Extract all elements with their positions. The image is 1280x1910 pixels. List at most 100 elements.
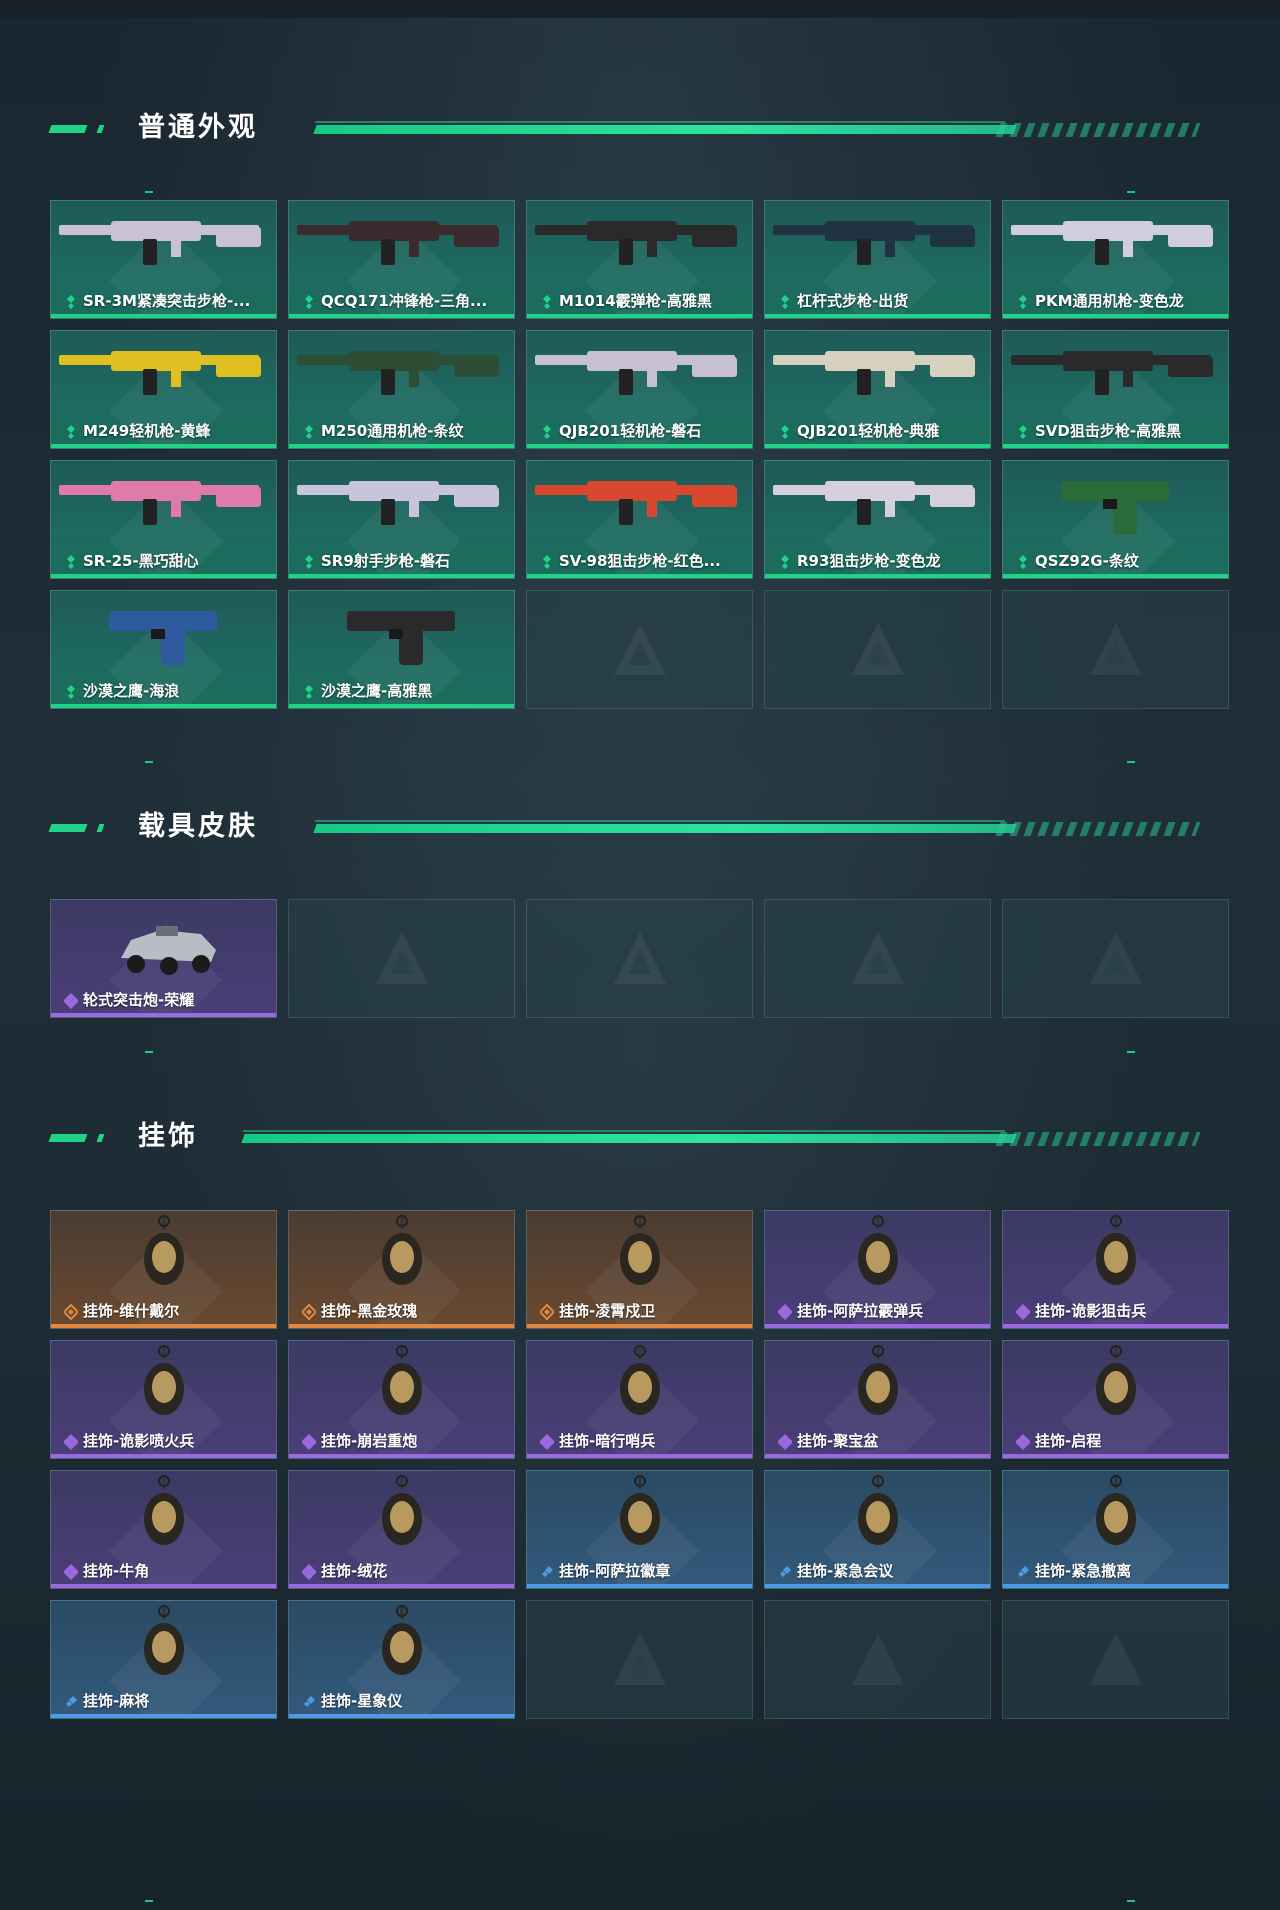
item-label: 挂饰-紧急撤离 [1035, 1562, 1132, 1580]
rarity-diamond-icon [66, 1696, 77, 1707]
heading-line [313, 824, 1017, 833]
placeholder-logo-icon [1090, 932, 1142, 984]
item-card[interactable]: 挂饰-紧急会议 [764, 1470, 991, 1589]
item-label: 挂饰-牛角 [83, 1562, 150, 1580]
charm-icon [620, 1475, 660, 1545]
item-card[interactable]: 沙漠之鹰-高雅黑 [288, 590, 515, 709]
empty-slot [526, 590, 753, 709]
item-card[interactable]: 挂饰-阿萨拉徽章 [526, 1470, 753, 1589]
item-card[interactable]: R93狙击步枪-变色龙 [764, 460, 991, 579]
item-card[interactable]: SR-3M紧凑突击步枪-... [50, 200, 277, 319]
item-card[interactable]: 挂饰-诡影狙击兵 [1002, 1210, 1229, 1329]
rarity-ribbon [289, 1454, 514, 1458]
item-card[interactable]: 轮式突击炮-荣耀 [50, 899, 277, 1018]
item-card[interactable]: QJB201轻机枪-典雅 [764, 330, 991, 449]
item-card[interactable]: 挂饰-绒花 [288, 1470, 515, 1589]
item-label: R93狙击步枪-变色龙 [797, 552, 941, 570]
item-card[interactable]: PKM通用机枪-变色龙 [1002, 200, 1229, 319]
heading-checker-pattern [995, 1132, 1201, 1146]
rarity-ribbon [765, 444, 990, 448]
charm-icon [144, 1475, 184, 1545]
placeholder-logo-icon [1090, 1633, 1142, 1685]
rarity-diamond-icon [543, 425, 551, 439]
item-card[interactable]: 挂饰-紧急撤离 [1002, 1470, 1229, 1589]
item-card[interactable]: SV-98狙击步枪-红色... [526, 460, 753, 579]
lmg-icon [535, 351, 737, 395]
rarity-diamond-icon [305, 685, 313, 699]
rarity-diamond-icon [1016, 1434, 1030, 1450]
item-label: 挂饰-崩岩重炮 [321, 1432, 418, 1450]
item-label: M250通用机枪-条纹 [321, 422, 464, 440]
rarity-diamond-icon [540, 1434, 554, 1450]
placeholder-logo-icon [1090, 623, 1142, 675]
rifle-icon [297, 481, 499, 525]
rarity-ribbon [51, 1324, 276, 1328]
item-label: M249轻机枪-黄蜂 [83, 422, 211, 440]
rarity-ribbon [289, 444, 514, 448]
item-card[interactable]: SR-25-黑巧甜心 [50, 460, 277, 579]
rarity-diamond-icon [1019, 295, 1027, 309]
rarity-diamond-icon [64, 1564, 78, 1580]
item-card[interactable]: 挂饰-启程 [1002, 1340, 1229, 1459]
corner-marker [145, 1900, 153, 1902]
item-card[interactable]: 挂饰-星象仪 [288, 1600, 515, 1719]
rarity-diamond-icon [67, 685, 75, 699]
item-card[interactable]: 挂饰-阿萨拉霰弹兵 [764, 1210, 991, 1329]
item-label: 挂饰-诡影狙击兵 [1035, 1302, 1147, 1320]
item-label: 挂饰-凌霄戍卫 [559, 1302, 656, 1320]
item-card[interactable]: 杠杆式步枪-出货 [764, 200, 991, 319]
item-label: PKM通用机枪-变色龙 [1035, 292, 1184, 310]
charm-icon [620, 1345, 660, 1415]
item-card[interactable]: 挂饰-牛角 [50, 1470, 277, 1589]
section-heading: 挂饰 [0, 1117, 1280, 1157]
rarity-diamond-icon [302, 1304, 316, 1320]
item-label: 挂饰-启程 [1035, 1432, 1102, 1450]
section-title: 普通外观 [138, 112, 258, 143]
item-label: 挂饰-维什戴尔 [83, 1302, 180, 1320]
lmg-icon [297, 351, 499, 395]
item-card[interactable]: M249轻机枪-黄蜂 [50, 330, 277, 449]
item-card[interactable]: 挂饰-麻将 [50, 1600, 277, 1719]
corner-marker [145, 191, 153, 193]
top-band [0, 0, 1280, 18]
item-card[interactable]: QCQ171冲锋枪-三角... [288, 200, 515, 319]
item-label: 挂饰-阿萨拉徽章 [559, 1562, 671, 1580]
item-card[interactable]: 挂饰-聚宝盆 [764, 1340, 991, 1459]
rarity-diamond-icon [1016, 1304, 1030, 1320]
item-card[interactable]: 挂饰-凌霄戍卫 [526, 1210, 753, 1329]
placeholder-logo-icon [852, 932, 904, 984]
item-card[interactable]: 沙漠之鹰-海浪 [50, 590, 277, 709]
lever-rifle-icon [773, 221, 975, 265]
heading-checker-pattern [995, 822, 1201, 836]
placeholder-logo-icon [376, 932, 428, 984]
item-label: 挂饰-麻将 [83, 1692, 150, 1710]
item-label: 挂饰-诡影喷火兵 [83, 1432, 195, 1450]
item-card[interactable]: M250通用机枪-条纹 [288, 330, 515, 449]
empty-slot [1002, 590, 1229, 709]
item-label: 挂饰-星象仪 [321, 1692, 403, 1710]
empty-slot [526, 1600, 753, 1719]
lmg-icon [59, 351, 261, 395]
charm-icon [144, 1215, 184, 1285]
rarity-diamond-icon [778, 1304, 792, 1320]
charm-icon [620, 1215, 660, 1285]
item-card[interactable]: 挂饰-暗行哨兵 [526, 1340, 753, 1459]
section-title: 载具皮肤 [138, 811, 258, 842]
item-card[interactable]: M1014霰弹枪-高雅黑 [526, 200, 753, 319]
rarity-ribbon [289, 574, 514, 578]
item-card[interactable]: 挂饰-黑金玫瑰 [288, 1210, 515, 1329]
item-card[interactable]: 挂饰-维什戴尔 [50, 1210, 277, 1329]
rarity-diamond-icon [542, 1566, 553, 1577]
item-card[interactable]: QJB201轻机枪-磐石 [526, 330, 753, 449]
item-card[interactable]: QSZ92G-条纹 [1002, 460, 1229, 579]
charm-icon [1096, 1215, 1136, 1285]
item-card[interactable]: 挂饰-诡影喷火兵 [50, 1340, 277, 1459]
empty-slot [288, 899, 515, 1018]
charm-icon [1096, 1345, 1136, 1415]
item-card[interactable]: SVD狙击步枪-高雅黑 [1002, 330, 1229, 449]
item-card[interactable]: SR9射手步枪-磐石 [288, 460, 515, 579]
item-card[interactable]: 挂饰-崩岩重炮 [288, 1340, 515, 1459]
rarity-ribbon [1003, 1454, 1228, 1458]
rarity-ribbon [1003, 444, 1228, 448]
heading-checker-pattern [995, 123, 1201, 137]
